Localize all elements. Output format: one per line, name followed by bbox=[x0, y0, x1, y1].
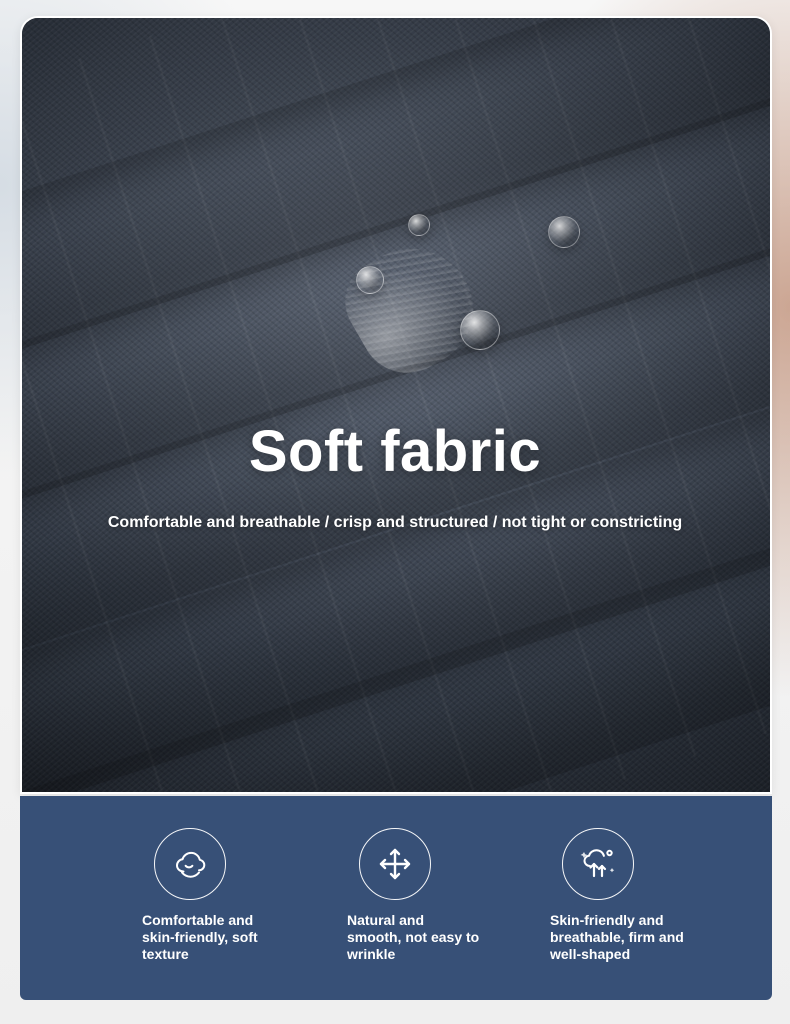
feature-text: Natural and smooth, not easy to wrinkle bbox=[347, 912, 480, 962]
feature-icon-badge bbox=[154, 828, 226, 900]
fabric-photo-frame bbox=[20, 16, 772, 794]
airflow-icon bbox=[576, 842, 620, 886]
hero-subtitle: Comfortable and breathable / crisp and s… bbox=[107, 514, 683, 531]
move-arrows-icon bbox=[375, 844, 415, 884]
water-droplet bbox=[408, 214, 430, 236]
feature-icon-badge bbox=[562, 828, 634, 900]
feature-item: Comfortable and skin-friendly, soft text… bbox=[142, 826, 332, 986]
water-droplet bbox=[548, 216, 580, 248]
feature-item: Skin-friendly and breathable, firm and w… bbox=[550, 826, 740, 986]
water-droplet bbox=[356, 266, 384, 294]
feature-text: Comfortable and skin-friendly, soft text… bbox=[142, 912, 258, 962]
feature-icon-badge bbox=[359, 828, 431, 900]
features-panel: Comfortable and skin-friendly, soft text… bbox=[20, 796, 772, 1000]
product-detail-page: Soft fabric Comfortable and breathable /… bbox=[0, 0, 790, 1024]
hero-title: Soft fabric bbox=[248, 419, 542, 484]
cloud-face-icon bbox=[170, 844, 210, 884]
feature-item: Natural and smooth, not easy to wrinkle bbox=[347, 826, 537, 986]
feature-text: Skin-friendly and breathable, firm and w… bbox=[550, 912, 684, 962]
water-droplet bbox=[460, 310, 500, 350]
